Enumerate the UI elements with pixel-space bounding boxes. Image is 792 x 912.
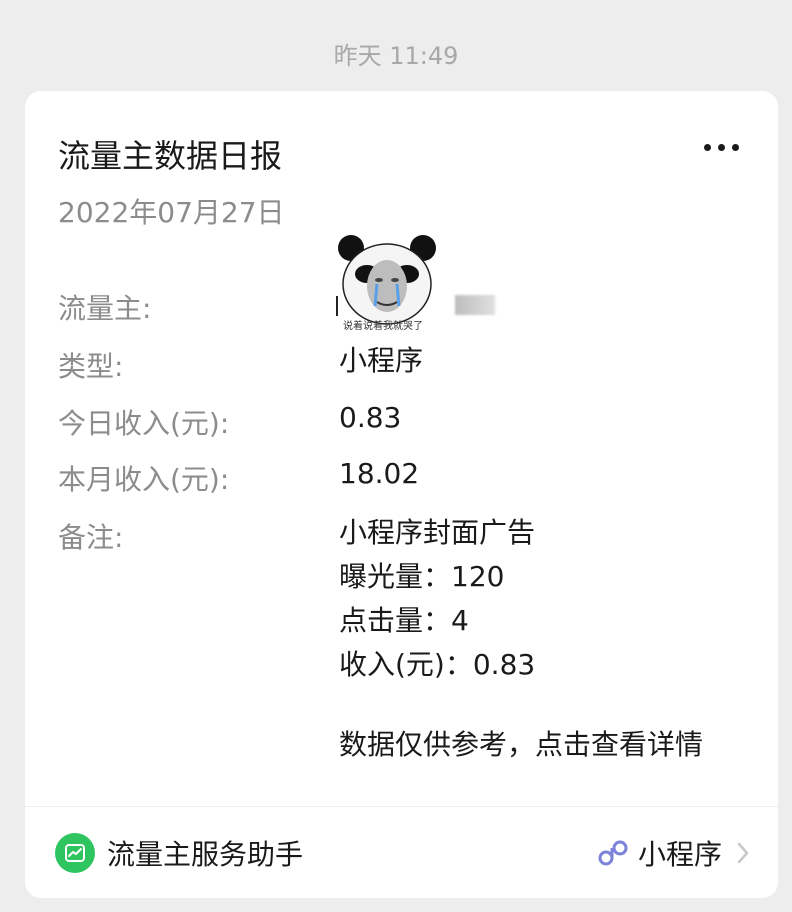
label-notes: 备注: <box>58 521 124 554</box>
service-account-name: 流量主服务助手 <box>107 838 304 871</box>
card-divider <box>25 806 778 807</box>
label-month-income: 本月收入(元): <box>58 463 230 496</box>
note-ad-type: 小程序封面广告 <box>339 516 536 549</box>
label-publisher: 流量主: <box>58 292 152 325</box>
service-account-link[interactable]: 流量主服务助手 <box>55 831 303 875</box>
note-income: 收入(元)：0.83 <box>339 648 536 681</box>
mini-program-link-icon <box>598 840 628 866</box>
trend-chart-icon <box>55 833 95 873</box>
notes-block: 小程序封面广告 曝光量：120 点击量：4 收入(元)：0.83 <box>339 511 535 687</box>
report-card[interactable]: 流量主数据日报 2022年07月27日 流量主: 说着说着我就哭了 类型: 小程… <box>25 91 778 898</box>
value-month-income: 18.02 <box>339 457 420 490</box>
mini-program-label: 小程序 <box>637 838 722 871</box>
card-title: 流量主数据日报 <box>58 137 283 175</box>
value-today-income: 0.83 <box>339 401 402 434</box>
message-timestamp: 昨天 11:49 <box>333 42 459 70</box>
note-clicks: 点击量：4 <box>339 604 469 637</box>
more-options-icon[interactable] <box>702 137 742 157</box>
avatar-caption: 说着说着我就哭了 <box>343 321 423 332</box>
note-impressions: 曝光量：120 <box>339 560 505 593</box>
label-today-income: 今日收入(元): <box>58 407 230 440</box>
chevron-right-icon <box>737 842 749 864</box>
publisher-avatar <box>337 234 437 326</box>
report-date: 2022年07月27日 <box>58 196 285 229</box>
text-cursor <box>336 296 338 316</box>
mini-program-link[interactable]: 小程序 <box>596 831 750 875</box>
redacted-name <box>455 295 495 315</box>
label-type: 类型: <box>58 350 124 383</box>
details-hint: 数据仅供参考，点击查看详情 <box>339 728 704 761</box>
value-type: 小程序 <box>339 344 424 377</box>
